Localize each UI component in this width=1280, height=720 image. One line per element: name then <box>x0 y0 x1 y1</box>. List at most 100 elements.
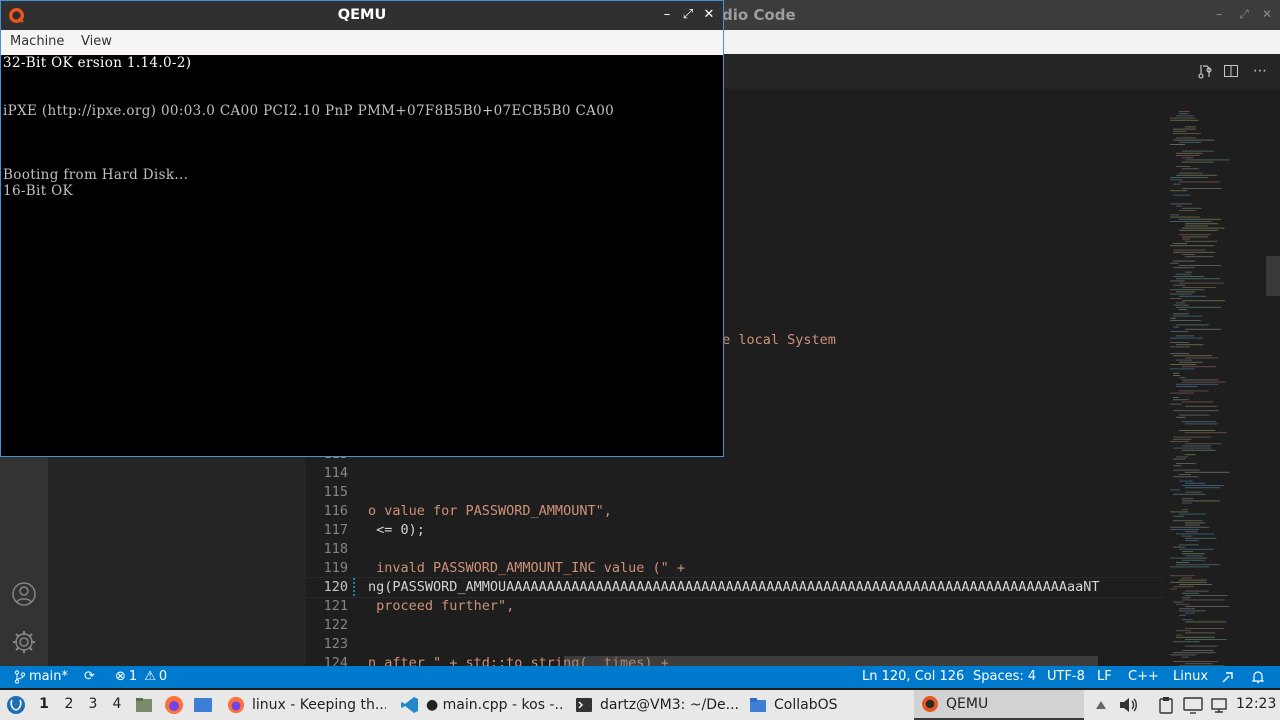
maximize-icon[interactable]: ⤢ <box>1237 7 1251 21</box>
live-share-icon[interactable] <box>1221 666 1235 688</box>
indentation[interactable]: Spaces: 4 <box>973 666 1036 688</box>
desktop-launcher-icon[interactable] <box>193 695 213 715</box>
minimap-stroke <box>1173 641 1200 643</box>
qemu-titlebar[interactable]: QEMU – ⤢ ✕ <box>1 1 723 30</box>
task-collabos[interactable]: CollabOS <box>744 690 904 720</box>
minimap-stroke <box>1176 335 1194 337</box>
branch-indicator[interactable]: main* <box>14 666 68 688</box>
minimap-stroke <box>1185 423 1218 425</box>
file-manager-launcher-icon[interactable] <box>134 695 154 715</box>
minimap-stroke <box>1170 526 1210 528</box>
minimap-stroke <box>1185 632 1216 634</box>
task-label: linux - Keeping th... <box>252 697 386 713</box>
network-icon[interactable] <box>1209 695 1229 715</box>
minimap-stroke <box>1185 540 1199 541</box>
minimap-stroke <box>1173 447 1212 449</box>
minimap-stroke <box>1185 537 1217 539</box>
minimap-stroke <box>1173 194 1191 196</box>
task-firefox[interactable]: linux - Keeping th... <box>222 690 386 720</box>
notifications-icon[interactable] <box>1251 666 1265 688</box>
minimap-stroke <box>1185 590 1209 592</box>
task-qemu[interactable]: QEMU <box>914 690 1084 720</box>
problems-indicator[interactable]: ⊗ 1 ⚠ 0 <box>115 666 167 688</box>
minimap-stroke <box>1170 280 1185 282</box>
minimap-stroke <box>1170 298 1182 299</box>
minimap-stroke <box>1170 119 1199 121</box>
task-vscode[interactable]: ● main.cpp - kos -... <box>396 690 562 720</box>
sync-icon[interactable]: ⟳ <box>84 666 95 688</box>
error-count: 1 <box>128 669 138 684</box>
gear-icon[interactable] <box>8 626 40 658</box>
warning-count: 0 <box>158 669 168 684</box>
minimize-icon[interactable]: – <box>659 7 675 23</box>
minimap-stroke <box>1185 555 1203 557</box>
workspace-2[interactable]: 2 <box>62 696 76 712</box>
horizontal-scrollbar[interactable] <box>564 656 1098 666</box>
minimap-stroke <box>1173 355 1212 357</box>
minimap-stroke <box>1182 207 1202 209</box>
tray-up-arrow-icon[interactable] <box>1091 695 1111 715</box>
menu-view[interactable]: View <box>81 34 112 49</box>
minimap-stroke <box>1176 155 1200 156</box>
close-icon[interactable]: ✕ <box>1260 7 1274 21</box>
qemu-window[interactable]: QEMU – ⤢ ✕ Machine View 32-Bit OK ersion… <box>0 0 724 457</box>
qemu-display[interactable]: 32-Bit OK ersion 1.14.0-2) iPXE (http://… <box>1 55 723 456</box>
firefox-launcher-icon[interactable] <box>164 695 184 715</box>
minimap-stroke <box>1170 289 1205 291</box>
minimap-stroke <box>1182 553 1205 555</box>
code-line: 117 <= 0); <box>323 522 425 538</box>
minimap-stroke <box>1170 581 1207 583</box>
minimap-stroke <box>1179 361 1203 363</box>
cursor-position[interactable]: Ln 120, Col 126 <box>862 666 964 688</box>
minimap-stroke <box>1182 381 1226 383</box>
minimap-stroke <box>1176 306 1222 308</box>
minimap-stroke <box>1185 606 1230 607</box>
minimap-stroke <box>1185 432 1227 434</box>
minimap-stroke <box>1173 520 1203 522</box>
workspace-4[interactable]: 4 <box>110 696 124 712</box>
minimap-stroke <box>1179 377 1186 379</box>
minimap-stroke <box>1173 130 1186 132</box>
minimap-stroke <box>1170 293 1192 295</box>
task-terminal[interactable]: dartz@VM3: ~/De... <box>570 690 738 720</box>
minimize-icon[interactable]: – <box>1212 7 1226 21</box>
minimap-stroke <box>1182 421 1216 423</box>
minimap-stroke <box>1173 438 1192 440</box>
minimap-stroke <box>1182 150 1214 152</box>
close-icon[interactable]: ✕ <box>701 7 717 23</box>
code-line: 115 <box>323 484 348 500</box>
minimap-stroke <box>1179 513 1206 515</box>
minimap-stroke <box>1182 379 1219 381</box>
start-menu-icon[interactable] <box>6 695 26 715</box>
minimap[interactable] <box>1164 111 1280 666</box>
open-changes-icon[interactable] <box>1197 63 1213 79</box>
minimap-stroke <box>1185 223 1219 225</box>
minimap-stroke <box>1185 487 1221 489</box>
workspace-1[interactable]: 1 <box>37 696 51 712</box>
language-mode[interactable]: C++ <box>1128 666 1159 688</box>
minimap-stroke <box>1179 610 1206 612</box>
minimap-stroke <box>1176 278 1220 280</box>
clipboard-icon[interactable] <box>1156 695 1176 715</box>
end-of-line[interactable]: LF <box>1097 666 1112 688</box>
minimap-stroke <box>1179 113 1189 115</box>
minimap-slider[interactable] <box>1266 256 1280 296</box>
maximize-icon[interactable]: ⤢ <box>680 7 696 23</box>
minimap-stroke <box>1176 359 1193 361</box>
minimap-stroke <box>1182 168 1199 170</box>
workspace-3[interactable]: 3 <box>86 696 100 712</box>
clock[interactable]: 12:23 <box>1236 696 1276 712</box>
menu-machine[interactable]: Machine <box>10 34 64 49</box>
display-icon[interactable] <box>1183 695 1203 715</box>
volume-icon[interactable] <box>1118 695 1138 715</box>
minimap-stroke <box>1179 111 1190 112</box>
encoding[interactable]: UTF-8 <box>1047 666 1085 688</box>
split-editor-icon[interactable] <box>1223 63 1239 79</box>
minimap-stroke <box>1176 564 1220 566</box>
account-icon[interactable] <box>8 578 40 610</box>
minimap-stroke <box>1170 511 1189 513</box>
minimap-stroke <box>1173 139 1215 141</box>
os-indicator[interactable]: Linux <box>1173 666 1208 688</box>
minimap-stroke <box>1173 251 1216 253</box>
more-actions-icon[interactable]: ⋯ <box>1252 63 1268 79</box>
